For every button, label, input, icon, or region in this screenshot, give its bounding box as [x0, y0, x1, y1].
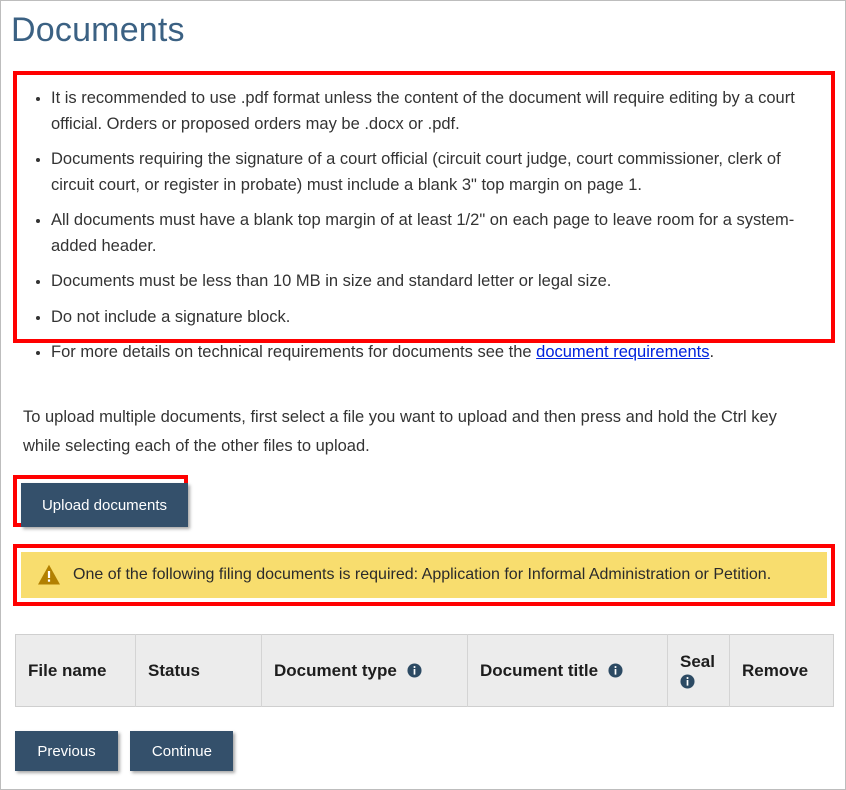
table-header-row: File name Status Document type Document …	[15, 634, 834, 707]
seal-header-content: Seal	[680, 652, 717, 690]
column-header-label: File name	[28, 660, 107, 680]
documents-table: File name Status Document type Document …	[15, 634, 834, 707]
list-item: All documents must have a blank top marg…	[51, 208, 819, 269]
column-header-remove: Remove	[729, 634, 834, 707]
documents-table-head: File name Status Document type Document …	[15, 634, 834, 707]
list-item: Documents must be less than 10 MB in siz…	[51, 269, 819, 305]
column-header-document-title: Document title	[467, 634, 668, 707]
column-header-label: Status	[148, 660, 200, 680]
column-header-file-name: File name	[15, 634, 136, 707]
info-icon[interactable]	[608, 662, 623, 678]
column-header-label: Document title	[480, 660, 599, 680]
info-icon[interactable]	[407, 662, 422, 678]
list-item-text-before: For more details on technical requiremen…	[51, 343, 537, 361]
list-item: Do not include a signature block.	[51, 305, 819, 341]
list-item-text-after: .	[709, 343, 715, 361]
list-item: It is recommended to use .pdf format unl…	[51, 86, 819, 147]
warning-message: One of the following filing documents is…	[73, 566, 772, 583]
document-requirements-panel: It is recommended to use .pdf format unl…	[13, 71, 835, 361]
warning-banner-highlight: One of the following filing documents is…	[13, 544, 835, 606]
document-requirements-link[interactable]: document requirements	[536, 343, 709, 361]
column-header-document-type: Document type	[261, 634, 468, 707]
warning-banner: One of the following filing documents is…	[21, 552, 827, 598]
upload-instruction-text: To upload multiple documents, first sele…	[23, 407, 777, 455]
upload-documents-highlight: Upload documents	[13, 475, 188, 527]
column-header-seal: Seal	[667, 634, 730, 707]
list-item: Documents requiring the signature of a c…	[51, 147, 819, 208]
footer-button-group: Previous Continue	[15, 731, 241, 771]
column-header-label: Remove	[742, 660, 809, 680]
warning-triangle-icon	[38, 564, 60, 585]
requirements-list: It is recommended to use .pdf format unl…	[17, 75, 831, 376]
previous-button[interactable]: Previous	[15, 731, 118, 771]
continue-button[interactable]: Continue	[130, 731, 234, 771]
info-icon[interactable]	[680, 673, 695, 689]
column-header-label: Seal	[680, 651, 715, 671]
list-item-with-link: For more details on technical requiremen…	[51, 340, 819, 376]
documents-page: Documents It is recommended to use .pdf …	[0, 0, 846, 790]
upload-documents-button[interactable]: Upload documents	[21, 483, 188, 527]
column-header-status: Status	[135, 634, 262, 707]
column-header-label: Document type	[274, 660, 397, 680]
page-title: Documents	[11, 11, 185, 49]
